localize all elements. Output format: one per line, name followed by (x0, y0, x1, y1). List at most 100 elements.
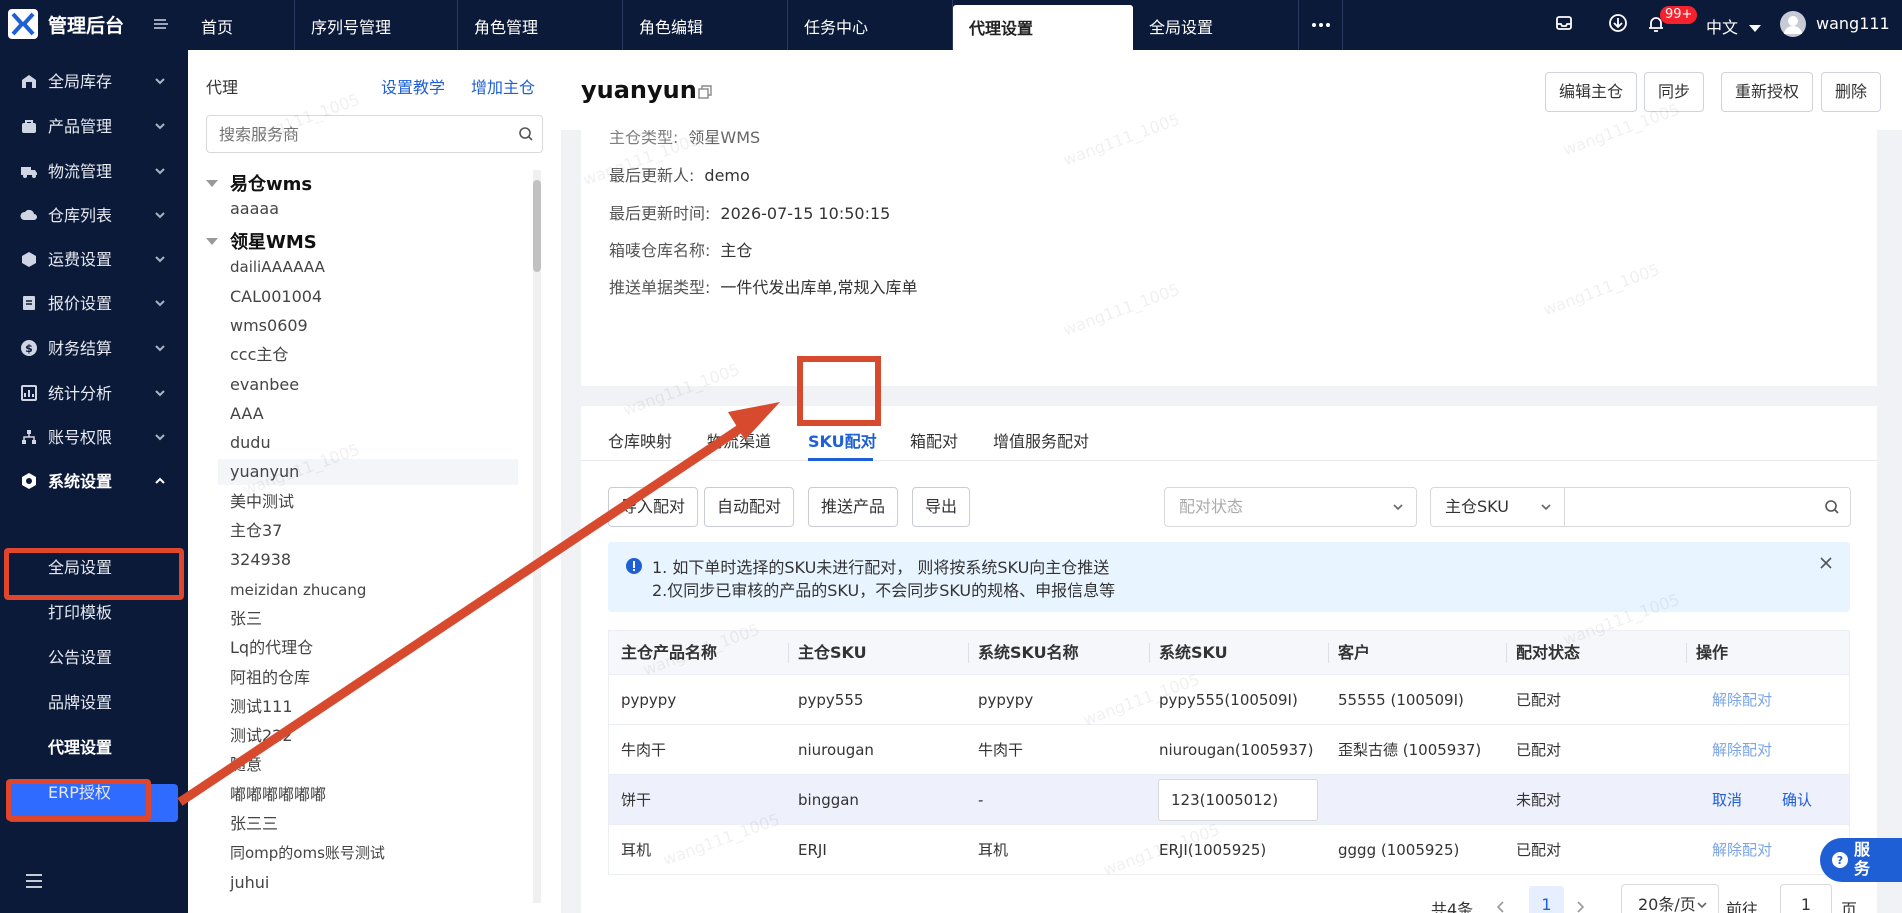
table-cell: binggan (798, 791, 859, 809)
sidebar-item-3[interactable]: 物流管理 (0, 148, 188, 192)
tree-item[interactable]: dudu (218, 430, 518, 456)
agent-tree-scrollbar[interactable] (533, 170, 541, 903)
tab-2[interactable]: 序列号管理 (295, 0, 458, 50)
sidebar-item-10[interactable]: 系统设置 (0, 458, 188, 502)
sidebar-collapse-icon[interactable] (24, 872, 44, 890)
download-icon[interactable] (1608, 13, 1628, 33)
sub-tab-5[interactable]: 增值服务配对 (993, 428, 1089, 452)
sidebar-item-5[interactable]: 运费设置 (0, 236, 188, 280)
sidebar-item-2[interactable]: 产品管理 (0, 103, 188, 147)
tree-item[interactable]: ccc主仓 (218, 342, 518, 368)
sku-type-select[interactable]: 主仓SKU (1430, 487, 1565, 527)
confirm-link[interactable]: 确认 (1782, 775, 1812, 825)
prev-page-icon[interactable] (1495, 900, 1505, 913)
sidebar-item-8[interactable]: 统计分析 (0, 370, 188, 414)
tree-item[interactable]: 同omp的oms账号测试 (218, 840, 518, 866)
sidebar-item-4[interactable]: 仓库列表 (0, 192, 188, 236)
column-header: 主仓SKU (798, 643, 867, 662)
unpair-link[interactable]: 解除配对 (1712, 675, 1772, 725)
agent-tree-scroll-thumb[interactable] (533, 180, 541, 272)
page-title: yuanyun (581, 76, 697, 104)
toolbar-button-4[interactable]: 导出 (912, 487, 971, 527)
toolbar-button-3[interactable]: 推送产品 (808, 487, 899, 527)
toolbar-button-2[interactable]: 自动配对 (704, 487, 795, 527)
submenu-item-6[interactable]: ERP授权 (48, 779, 111, 803)
toolbar-button-1[interactable]: 导入配对 (608, 487, 699, 527)
tree-group[interactable]: 领星WMS (230, 228, 317, 254)
tree-item[interactable]: 测试111 (218, 694, 518, 720)
tab-1[interactable]: 首页 (185, 0, 295, 50)
tree-item[interactable]: dailiAAAAAA (218, 254, 518, 280)
pair-status-select[interactable]: 配对状态 (1164, 487, 1417, 527)
tree-item[interactable]: meizidan zhucang (218, 577, 518, 603)
tree-item[interactable]: 张三三 (218, 811, 518, 837)
tree-item[interactable]: wms0609 (218, 313, 518, 339)
sidebar-item-6[interactable]: 报价设置 (0, 280, 188, 324)
inbox-icon[interactable] (1554, 13, 1574, 33)
tree-item[interactable]: juhui (218, 870, 518, 896)
tab-7[interactable]: 全局设置 (1133, 0, 1299, 50)
tree-item[interactable]: 张三 (218, 606, 518, 632)
add-warehouse-link[interactable]: 增加主仓 (471, 74, 535, 98)
copy-icon[interactable] (697, 84, 713, 100)
tree-item[interactable]: 主仓37 (218, 518, 518, 544)
sub-tab-1[interactable]: 仓库映射 (608, 428, 672, 452)
tree-item[interactable]: aaaaa (218, 196, 518, 222)
tab-4[interactable]: 角色编辑 (623, 0, 788, 50)
more-tabs-icon[interactable] (1299, 0, 1343, 50)
tutorial-link[interactable]: 设置教学 (381, 74, 445, 98)
sub-tab-2[interactable]: 物流渠道 (707, 428, 771, 452)
cancel-link[interactable]: 取消 (1712, 775, 1742, 825)
sidebar-item-1[interactable]: 全局库存 (0, 58, 188, 102)
tree-item[interactable]: 测试222 (218, 723, 518, 749)
sku-search-input[interactable] (1564, 487, 1851, 527)
tab-5[interactable]: 任务中心 (788, 0, 953, 50)
goto-page-input[interactable]: 1 (1780, 884, 1832, 913)
header-button-4[interactable]: 删除 (1821, 72, 1882, 112)
tree-item[interactable]: CAL001004 (218, 284, 518, 310)
header-button-3[interactable]: 重新授权 (1721, 72, 1814, 112)
language-selector[interactable]: 中文 (1706, 14, 1762, 38)
collapse-menu-icon[interactable] (152, 15, 170, 33)
submenu-item-1[interactable]: 全局设置 (48, 554, 112, 578)
sub-tab-4[interactable]: 箱配对 (910, 428, 958, 452)
table-cell: 55555 (100509I) (1338, 691, 1464, 709)
service-button[interactable]: ? 服务 (1820, 838, 1902, 882)
submenu-item-5[interactable]: 代理设置 (48, 734, 112, 758)
caret-down-icon[interactable] (206, 180, 218, 187)
tree-item[interactable]: 324938 (218, 547, 518, 573)
tree-item[interactable]: 嘟嘟嘟嘟嘟嘟 (218, 782, 518, 808)
sub-tab-3[interactable]: SKU配对 (808, 428, 877, 452)
sidebar-item-9[interactable]: 账号权限 (0, 414, 188, 458)
submenu-item-4[interactable]: 品牌设置 (48, 689, 112, 713)
unpair-link[interactable]: 解除配对 (1712, 725, 1772, 775)
page-number[interactable]: 1 (1529, 886, 1564, 913)
tree-item[interactable]: 随意 (218, 752, 518, 778)
system-sku-input[interactable]: 123(1005012) (1158, 779, 1318, 821)
header-button-1[interactable]: 编辑主仓 (1545, 72, 1638, 112)
close-icon[interactable] (1820, 557, 1832, 569)
sub-tabs: 仓库映射 物流渠道 SKU配对 箱配对 增值服务配对 (581, 406, 1877, 461)
tree-item[interactable]: AAA (218, 401, 518, 427)
tab-3[interactable]: 角色管理 (458, 0, 623, 50)
table-header: 主仓产品名称 主仓SKU 系统SKU名称 系统SKU 客户 配对状态 操作 (609, 631, 1849, 675)
page-size-select[interactable]: 20条/页 (1621, 884, 1719, 913)
submenu-item-3[interactable]: 公告设置 (48, 644, 112, 668)
tree-item[interactable]: Lq的代理仓 (218, 635, 518, 661)
avatar[interactable] (1780, 11, 1806, 37)
table-cell: 牛肉干 (978, 741, 1024, 759)
tree-item[interactable]: 阿祖的仓库 (218, 665, 518, 691)
search-icon[interactable] (518, 126, 534, 142)
tree-item[interactable]: evanbee (218, 372, 518, 398)
sidebar-item-label: 产品管理 (48, 117, 113, 136)
submenu-item-2[interactable]: 打印模板 (48, 599, 112, 623)
tree-group[interactable]: 易仓wms (230, 170, 312, 196)
caret-down-icon[interactable] (206, 238, 218, 246)
next-page-icon[interactable] (1576, 900, 1586, 913)
unpair-link[interactable]: 解除配对 (1712, 825, 1772, 875)
tab-6[interactable]: 代理设置 (953, 5, 1133, 50)
info-label: 最后更新时间: (609, 204, 711, 223)
search-icon[interactable] (1824, 499, 1840, 515)
username[interactable]: wang111 (1816, 14, 1890, 33)
sidebar-item-7[interactable]: $ 财务结算 (0, 325, 188, 369)
